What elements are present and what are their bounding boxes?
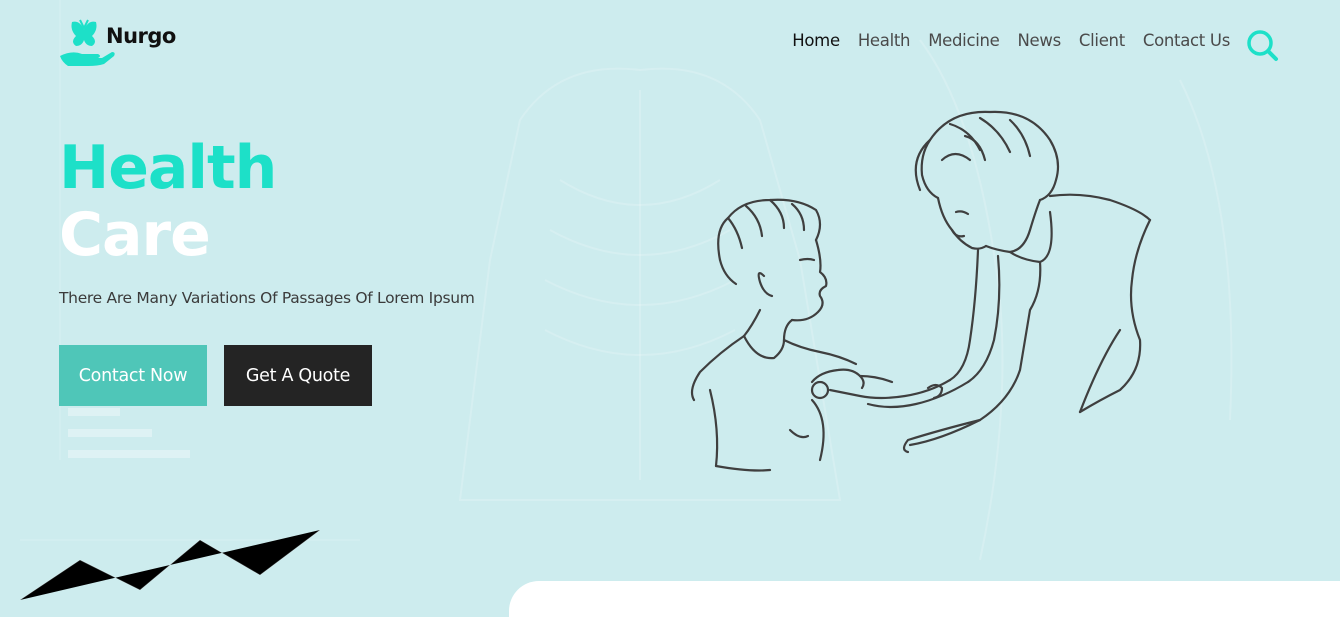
contact-now-button[interactable]: Contact Now <box>59 345 207 406</box>
nav-item-medicine[interactable]: Medicine <box>928 31 1000 50</box>
nav-item-home[interactable]: Home <box>792 31 840 50</box>
hero-title-health: Health <box>59 133 277 203</box>
hero-title-care: Care <box>59 200 211 270</box>
brand-logo[interactable]: Nurgo <box>58 18 188 70</box>
nav-item-health[interactable]: Health <box>858 31 911 50</box>
get-a-quote-button[interactable]: Get A Quote <box>224 345 372 406</box>
nav-item-news[interactable]: News <box>1018 31 1062 50</box>
search-icon[interactable] <box>1245 28 1279 62</box>
main-nav: Home Health Medicine News Client Contact… <box>792 31 1230 50</box>
nav-item-client[interactable]: Client <box>1079 31 1125 50</box>
doctor-examining-boy-illustration <box>690 110 1152 472</box>
hero-section: Nurgo Home Health Medicine News Client C… <box>0 0 1340 617</box>
hero-subtitle: There Are Many Variations Of Passages Of… <box>59 289 475 307</box>
bottom-white-panel <box>509 581 1340 617</box>
brand-name: Nurgo <box>106 24 176 48</box>
nav-item-contact-us[interactable]: Contact Us <box>1143 31 1230 50</box>
